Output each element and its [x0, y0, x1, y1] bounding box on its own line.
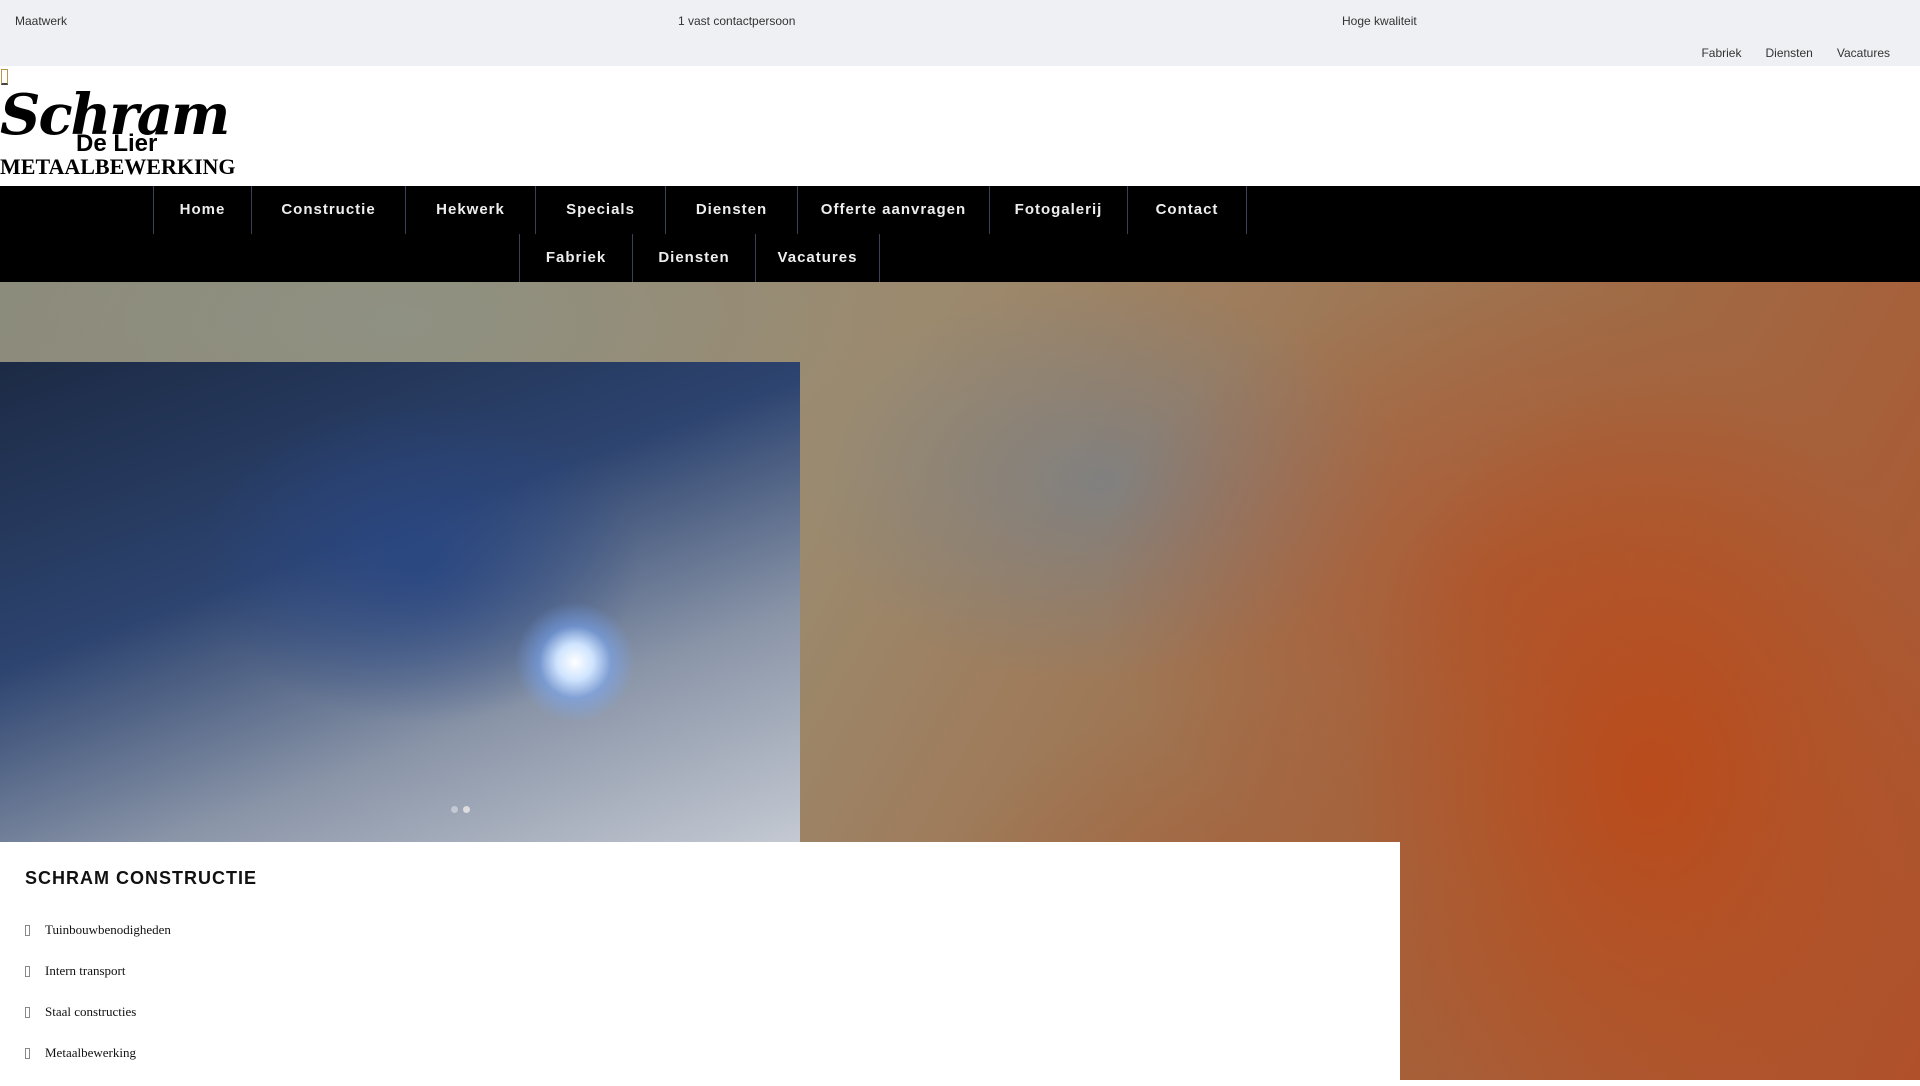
list-item[interactable]: Staal constructies — [25, 1004, 171, 1045]
hero-slider-image — [0, 362, 800, 842]
bullet-icon — [25, 925, 30, 936]
usp-contactpersoon: 1 vast contactpersoon — [678, 14, 796, 28]
nav-offerte[interactable]: Offerte aanvragen — [797, 186, 989, 234]
slider-dot[interactable] — [451, 806, 458, 813]
list-item[interactable]: Tuinbouwbenodigheden — [25, 922, 171, 963]
usp-maatwerk: Maatwerk — [15, 14, 68, 28]
nav-hekwerk[interactable]: Hekwerk — [405, 186, 535, 234]
top-links: Fabriek Diensten Vacatures — [1701, 46, 1890, 60]
bullet-icon — [25, 966, 30, 977]
usp-kwaliteit: Hoge kwaliteit — [1342, 14, 1417, 28]
services-list: Tuinbouwbenodigheden Intern transport St… — [25, 922, 171, 1086]
bullet-icon — [25, 1007, 30, 1018]
bullet-icon — [25, 1048, 30, 1059]
list-item[interactable]: Intern transport — [25, 963, 171, 1004]
nav-fabriek[interactable]: Fabriek — [519, 234, 632, 282]
nav-contact[interactable]: Contact — [1127, 186, 1247, 234]
top-bar: Maatwerk 1 vast contactpersoon Hoge kwal… — [0, 0, 1920, 66]
nav-home[interactable]: Home — [153, 186, 251, 234]
nav-diensten-2[interactable]: Diensten — [632, 234, 755, 282]
content-panel: SCHRAM CONSTRUCTIE Tuinbouwbenodigheden … — [0, 842, 1400, 1080]
top-link-vacatures[interactable]: Vacatures — [1837, 46, 1890, 60]
top-link-diensten[interactable]: Diensten — [1765, 46, 1812, 60]
top-link-fabriek[interactable]: Fabriek — [1701, 46, 1741, 60]
logo-tagline: METAALBEWERKING — [0, 154, 236, 179]
nav-diensten[interactable]: Diensten — [665, 186, 797, 234]
main-nav: Home Constructie Hekwerk Specials Dienst… — [0, 186, 1920, 282]
nav-specials[interactable]: Specials — [535, 186, 665, 234]
slider-dot-active[interactable] — [463, 806, 470, 813]
logo[interactable]: Schram De Lier METAALBEWERKING — [0, 82, 236, 180]
nav-vacatures[interactable]: Vacatures — [755, 234, 880, 282]
section-title: SCHRAM CONSTRUCTIE — [25, 868, 257, 888]
nav-constructie[interactable]: Constructie — [251, 186, 405, 234]
nav-fotogalerij[interactable]: Fotogalerij — [989, 186, 1127, 234]
